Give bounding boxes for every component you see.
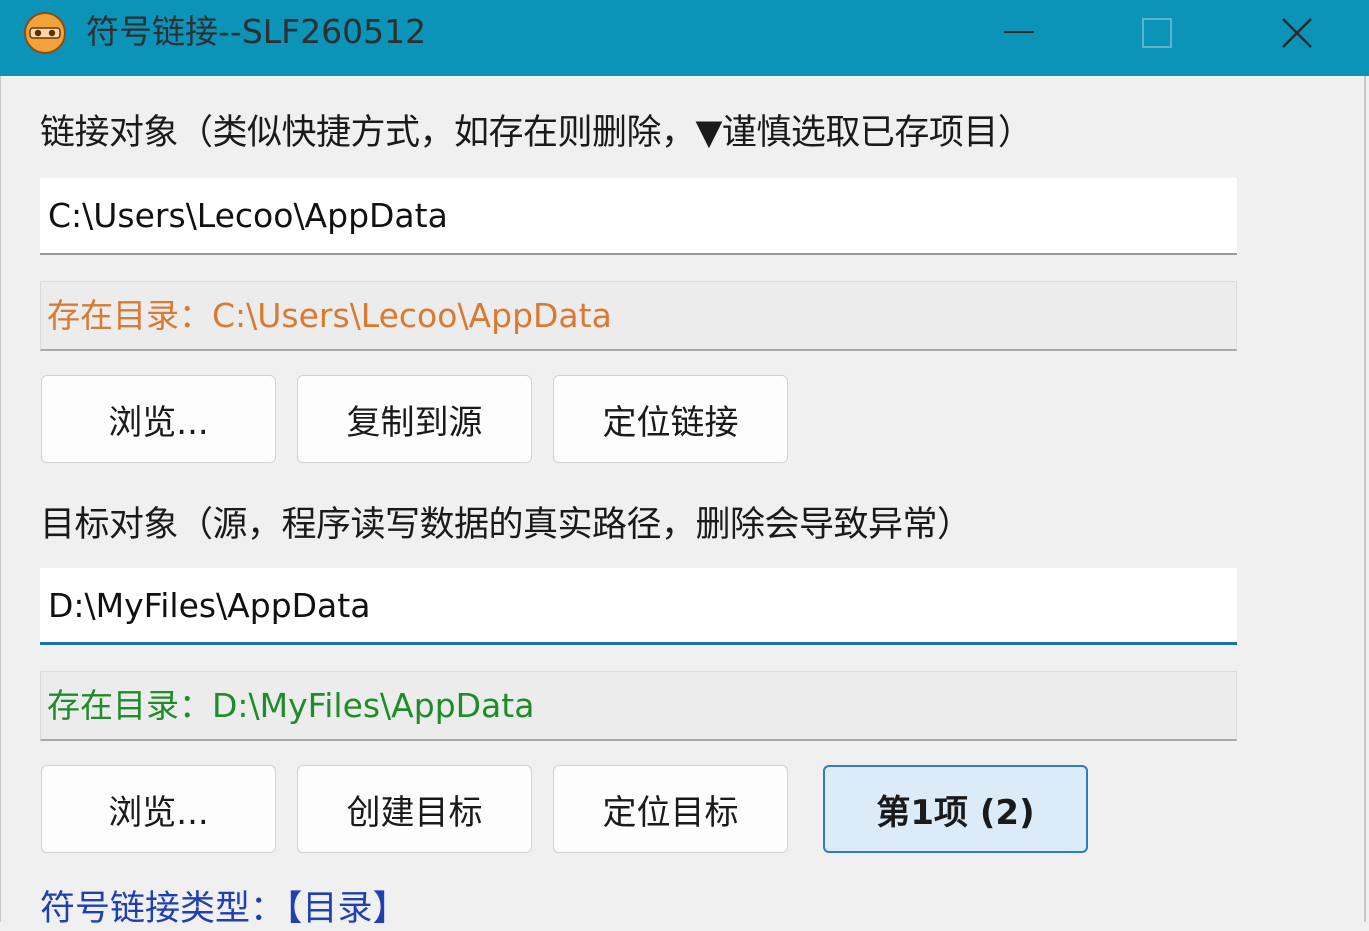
copy-to-source-button[interactable]: 复制到源 bbox=[297, 375, 532, 463]
locate-link-button[interactable]: 定位链接 bbox=[553, 375, 788, 463]
close-button[interactable] bbox=[1232, 0, 1362, 66]
target-object-label: 目标对象（源，程序读写数据的真实路径，删除会导致异常） bbox=[40, 505, 972, 545]
window-title: 符号链接--SLF260512 bbox=[86, 12, 427, 51]
target-path-input[interactable] bbox=[40, 568, 1237, 645]
item-selector-button[interactable]: 第1项 (2) bbox=[823, 765, 1088, 853]
link-browse-button[interactable]: 浏览... bbox=[41, 375, 276, 463]
maximize-icon bbox=[1142, 18, 1172, 48]
create-target-button[interactable]: 创建目标 bbox=[297, 765, 532, 853]
maximize-button[interactable] bbox=[1092, 0, 1222, 66]
minimize-button[interactable] bbox=[954, 0, 1084, 66]
target-browse-button[interactable]: 浏览... bbox=[41, 765, 276, 853]
target-status: 存在目录：D:\MyFiles\AppData bbox=[40, 671, 1237, 741]
link-path-input[interactable] bbox=[40, 178, 1237, 255]
locate-target-button[interactable]: 定位目标 bbox=[553, 765, 788, 853]
title-bar[interactable]: 符号链接--SLF260512 bbox=[0, 0, 1369, 76]
app-logo-icon bbox=[24, 12, 66, 54]
link-object-label: 链接对象（类似快捷方式，如存在则删除，▼谨慎选取已存项目） bbox=[40, 113, 1033, 153]
link-status: 存在目录：C:\Users\Lecoo\AppData bbox=[40, 281, 1237, 351]
link-type-label: 符号链接类型：【目录】 bbox=[40, 889, 408, 929]
minimize-icon bbox=[1004, 31, 1034, 33]
close-icon bbox=[1282, 18, 1312, 48]
